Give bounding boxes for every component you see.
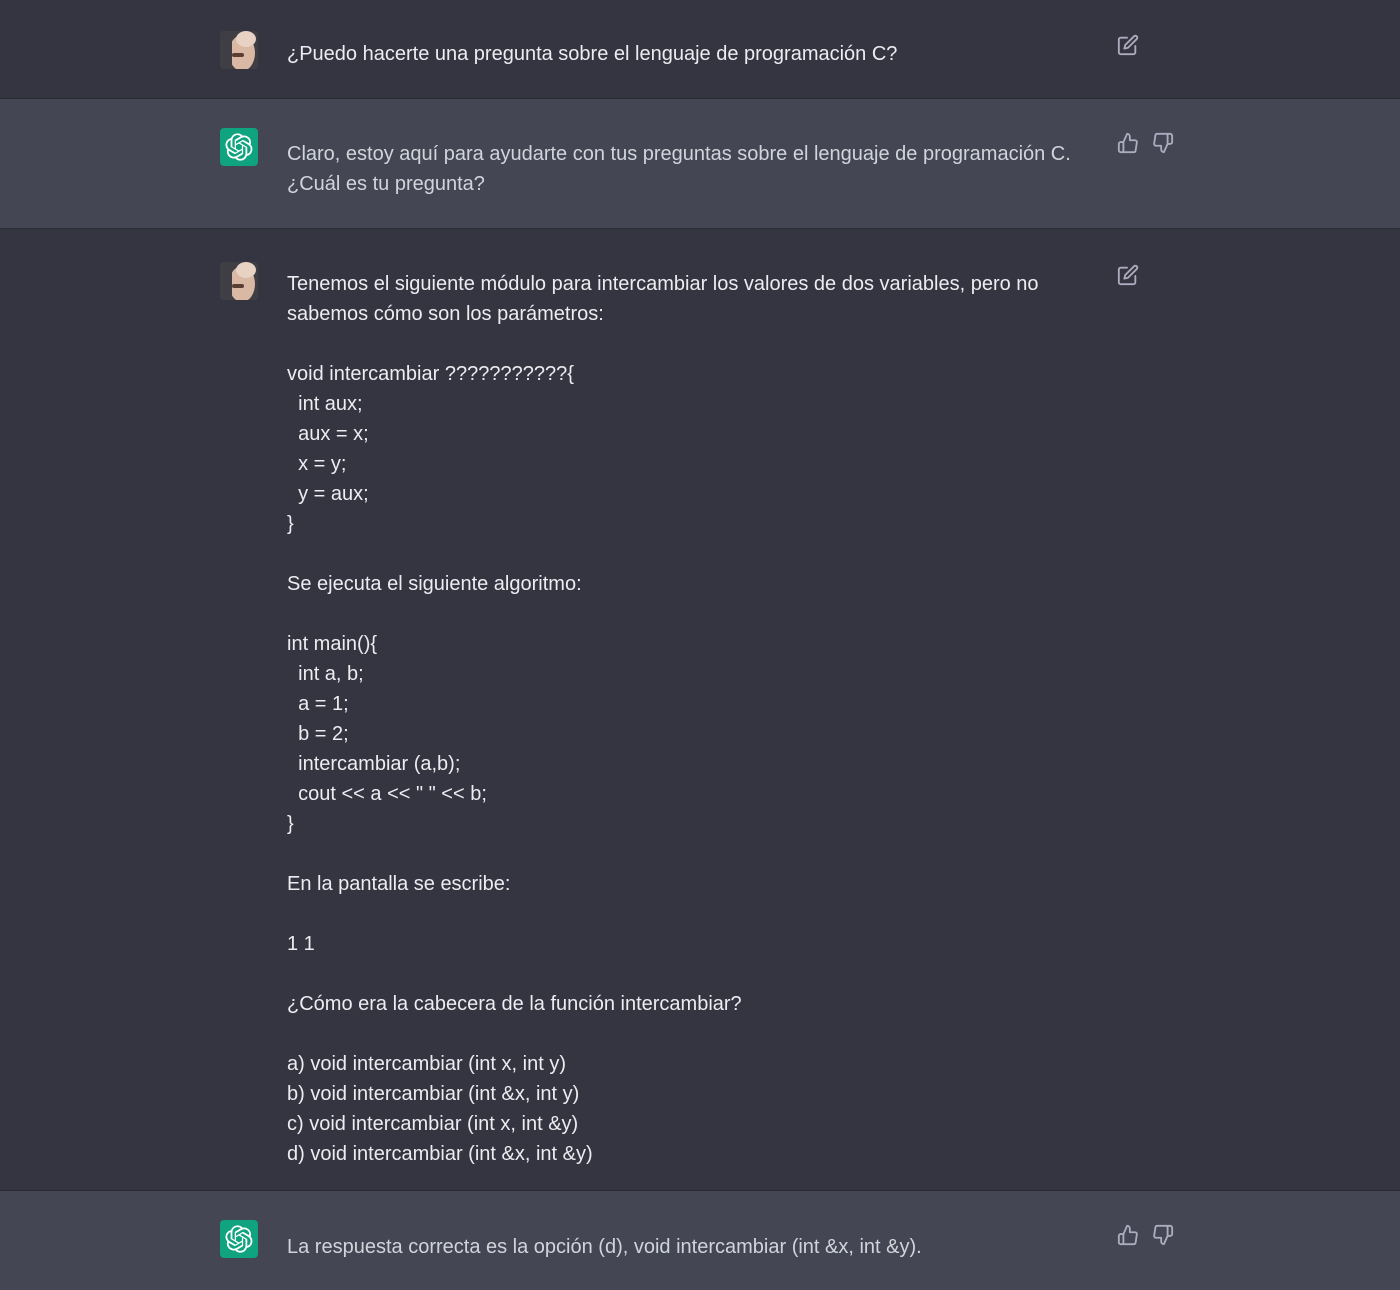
user-avatar bbox=[220, 262, 258, 300]
chatgpt-logo-icon bbox=[220, 128, 258, 166]
edit-icon[interactable] bbox=[1117, 34, 1139, 56]
chat-thread: ¿Puedo hacerte una pregunta sobre el len… bbox=[0, 0, 1400, 1290]
thumbs-up-icon[interactable] bbox=[1117, 132, 1139, 154]
user-message-row: ¿Puedo hacerte una pregunta sobre el len… bbox=[0, 0, 1400, 99]
thumbs-down-icon[interactable] bbox=[1152, 132, 1174, 154]
thumbs-down-icon[interactable] bbox=[1152, 1224, 1174, 1246]
message-text: Tenemos el siguiente módulo para interca… bbox=[287, 273, 1039, 1165]
thumbs-up-icon[interactable] bbox=[1117, 1224, 1139, 1246]
message-text: ¿Puedo hacerte una pregunta sobre el len… bbox=[287, 43, 898, 65]
user-message-row: Tenemos el siguiente módulo para interca… bbox=[0, 229, 1400, 1191]
assistant-message-row: Claro, estoy aquí para ayudarte con tus … bbox=[0, 99, 1400, 229]
message-text: La respuesta correcta es la opción (d), … bbox=[287, 1236, 922, 1258]
message-text: Claro, estoy aquí para ayudarte con tus … bbox=[287, 143, 1077, 195]
edit-icon[interactable] bbox=[1117, 264, 1139, 286]
assistant-message-row: La respuesta correcta es la opción (d), … bbox=[0, 1191, 1400, 1290]
user-avatar bbox=[220, 31, 258, 69]
chatgpt-logo-icon bbox=[220, 1220, 258, 1258]
